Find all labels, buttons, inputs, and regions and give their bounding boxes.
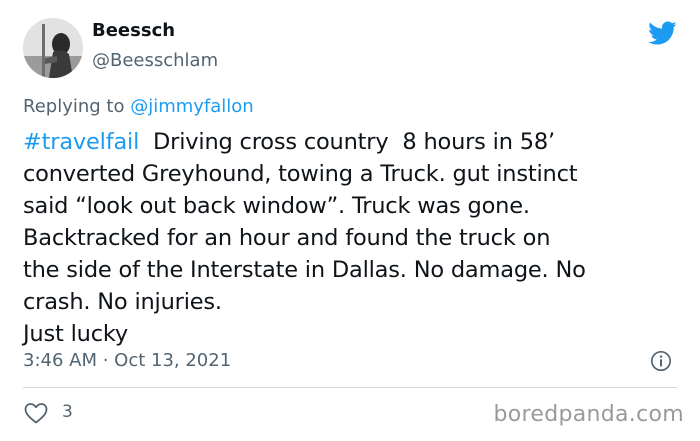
hashtag-link[interactable]: #travelfail: [23, 129, 139, 155]
info-icon[interactable]: [650, 350, 672, 372]
avatar-image: [23, 18, 83, 78]
tweet-line-4: Backtracked for an hour and found the tr…: [23, 225, 551, 251]
user-handle[interactable]: @Beesschlam: [92, 50, 218, 71]
reply-mention-link[interactable]: @jimmyfallon: [130, 96, 254, 117]
tweet-line-6: crash. No injuries.: [23, 289, 222, 315]
divider: [23, 387, 677, 388]
like-count: 3: [62, 402, 73, 422]
twitter-bird-icon[interactable]: [645, 18, 679, 48]
tweet-line-3: said “look out back window”. Truck was g…: [23, 193, 530, 219]
replying-to: Replying to @jimmyfallon: [23, 96, 254, 117]
tweet-line-7: Just lucky: [23, 321, 129, 347]
heart-icon[interactable]: [24, 402, 48, 424]
tweet-line-1-text: Driving cross country 8 hours in 58’: [139, 129, 555, 155]
replying-to-label: Replying to: [23, 96, 131, 117]
avatar[interactable]: [23, 18, 83, 78]
watermark: boredpanda.com: [493, 402, 684, 427]
display-name[interactable]: Beessch: [92, 20, 175, 41]
tweet-timestamp[interactable]: 3:46 AM · Oct 13, 2021: [23, 350, 231, 371]
tweet-line-2: converted Greyhound, towing a Truck. gut…: [23, 161, 578, 187]
tweet-line-1: #travelfail Driving cross country 8 hour…: [23, 126, 683, 158]
tweet-line-5: the side of the Interstate in Dallas. No…: [23, 257, 586, 283]
tweet-text: #travelfail Driving cross country 8 hour…: [23, 126, 683, 350]
